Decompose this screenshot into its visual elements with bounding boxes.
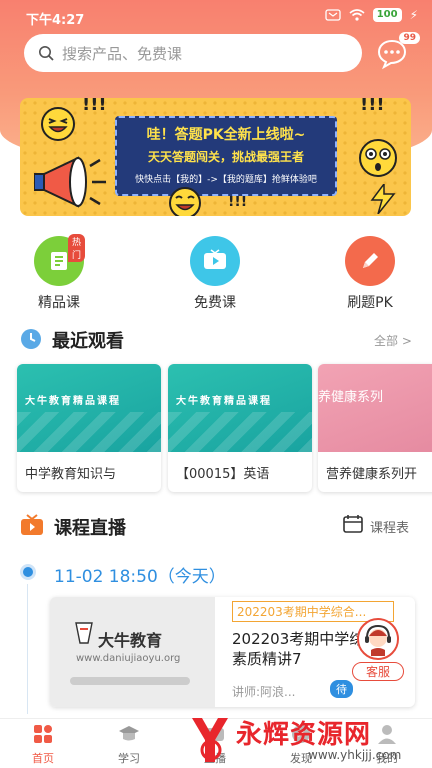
thumb-decoration [168,412,312,452]
search-input[interactable]: 搜索产品、免费课 [24,34,362,72]
cover-url-text: www.daniujiaoyu.org [76,653,181,664]
schedule-link[interactable]: 课程表 [370,517,409,536]
customer-service-label: 客服 [352,662,404,681]
course-thumbnail: 大牛教育精品课程 [17,364,161,452]
recent-course-card[interactable]: 大牛教育精品课程 中学教育知识与 [17,364,161,492]
promo-banner[interactable]: !!! !!! !!! 哇！答题PK全新上线啦~ 天天答题闯关，挑战最强王者 快… [20,98,411,216]
course-thumbnail: 大牛教育精品课程 [168,364,312,452]
brand-logo-icon [75,622,93,644]
timeline-dot [20,564,36,580]
cover-blur-bar [70,677,190,685]
message-button[interactable]: 99 [376,32,420,76]
status-icons: 100 ⚡ [325,8,418,22]
thumbnail-text: 大牛教育精品课程 [176,396,272,407]
grinning-emoji-icon [169,187,201,216]
charging-icon: ⚡ [409,8,418,22]
clock-icon [21,329,41,349]
recent-course-card[interactable]: 大牛教育精品课程 【00015】英语 [168,364,312,492]
recent-more-link[interactable]: 全部 > [374,332,412,349]
pencil-icon [363,253,378,268]
calendar-icon [343,515,363,533]
watermark-logo-icon [192,718,228,762]
live-course-teacher: 讲师:阿浪... [232,685,296,699]
live-course-cover: 大牛教育 www.daniujiaoyu.org [50,597,215,707]
watermark-url: www.yhkjjj.com [308,748,402,762]
course-thumbnail: 养健康系列 [318,364,432,452]
status-time: 下午4:27 [26,13,85,28]
recent-section-title: 最近观看 [52,331,124,352]
quick-entry-quiz[interactable]: 刷题PK [330,236,410,312]
battery-indicator: 100 [372,8,402,22]
message-count-badge: 99 [399,32,420,44]
search-icon [39,46,54,61]
status-bar: 下午4:27 100 ⚡ [0,0,432,32]
quick-entry-free[interactable]: 免费课 [175,236,255,312]
megaphone-icon [34,156,106,208]
lightning-icon [370,184,396,214]
quiz-icon-bg [345,236,395,286]
cover-brand-text: 大牛教育 [98,631,163,650]
surprised-emoji-icon [359,139,397,177]
banner-hint: 快快点击【我的】->【我的题库】抢鲜体验吧 [135,175,317,185]
quick-label-free: 免费课 [194,295,236,311]
live-date: 11-02 18:50（今天） [54,567,226,587]
tab-home[interactable]: 首页 [13,723,73,766]
tab-study-label: 学习 [118,752,140,765]
timeline-line [27,584,28,714]
search-placeholder: 搜索产品、免费课 [62,44,183,63]
thumbnail-text: 大牛教育精品课程 [25,396,121,407]
graduation-cap-icon [119,726,139,741]
live-section-title: 课程直播 [54,518,126,539]
course-name: 营养健康系列开 [326,467,418,482]
banner-title: 哇！答题PK全新上线啦~ [146,127,306,143]
watermark-text: 永辉资源网 [236,720,372,750]
quick-label-premium: 精品课 [38,295,80,311]
course-name: 中学教育知识与 [25,467,117,482]
watermark: 永辉资源网 www.yhkjjj.com [180,712,430,768]
alarm-icon [325,9,341,21]
quick-label-quiz: 刷题PK [347,295,393,311]
live-status-button[interactable]: 待 [330,680,353,698]
tab-study[interactable]: 学习 [99,723,159,766]
hot-badge: 热门 [68,234,86,262]
banner-text-panel: 哇！答题PK全新上线啦~ 天天答题闯关，挑战最强王者 快快点击【我的】->【我的… [115,116,337,196]
customer-service-button[interactable]: 客服 [352,618,404,688]
live-tv-icon [21,514,43,535]
banner-exclaim-left: !!! [82,98,107,115]
premium-course-icon-bg: 热门 [34,234,86,286]
customer-service-avatar [357,618,399,660]
tv-play-icon [204,249,226,269]
thumb-decoration [17,412,161,452]
banner-subtitle: 天天答题闯关，挑战最强王者 [147,150,304,164]
free-course-icon-bg [190,236,240,286]
banner-exclaim-right: !!! [360,98,385,115]
laughing-emoji-icon [41,107,75,141]
tab-home-label: 首页 [32,752,54,765]
quick-entry-premium[interactable]: 热门 精品课 [19,234,99,312]
home-grid-icon [34,725,52,743]
course-name: 【00015】英语 [176,467,270,482]
banner-exclaim-bottom: !!! [228,194,248,210]
thumbnail-text: 养健康系列 [318,390,384,405]
recent-course-card[interactable]: 养健康系列 营养健康系列开 [318,364,432,492]
headset-agent-icon [365,624,391,656]
wifi-icon [349,9,365,21]
